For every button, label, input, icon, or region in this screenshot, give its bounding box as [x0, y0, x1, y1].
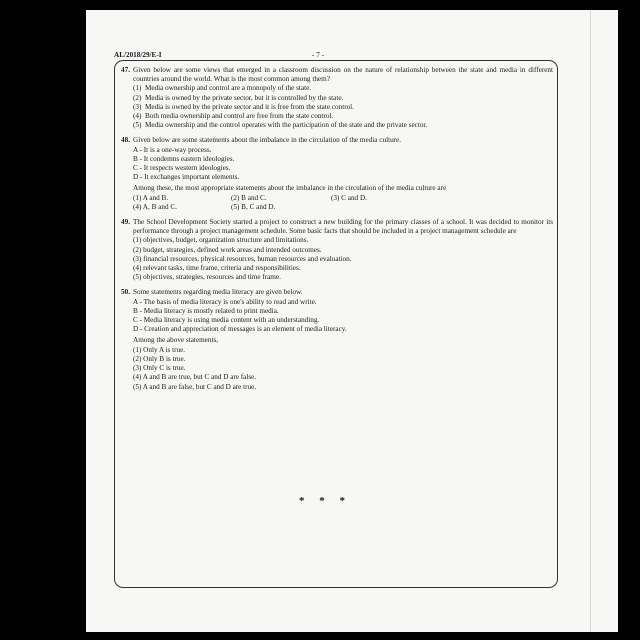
- statement: A - It is a one-way process.: [133, 145, 212, 154]
- question-number: 50.: [121, 288, 130, 297]
- question-47: 47. Given below are some views that emer…: [121, 66, 553, 130]
- question-number: 48.: [121, 136, 130, 145]
- answer-option: (3) Only C is true.: [133, 364, 186, 373]
- page-edge-line: [590, 10, 591, 632]
- answer-option: (4) A, B and C.: [133, 202, 177, 211]
- question-number: 47.: [121, 66, 130, 74]
- answer-option: (5) A and B are false, but C and D are t…: [133, 382, 257, 391]
- statement: B - It condemns eastern ideologies.: [133, 154, 235, 163]
- statement: D - Creation and appreciation of message…: [133, 325, 347, 334]
- statement: B - Media literacy is mostly related to …: [133, 306, 279, 315]
- answer-option: (1) Only A is true.: [133, 345, 186, 354]
- paper-code: AL/2018/29/E-I: [114, 51, 162, 59]
- question-49: 49. The School Development Society start…: [121, 218, 553, 282]
- question-stem: The School Development Society started a…: [133, 218, 553, 236]
- answer-option: (1) objectives, budget, organization str…: [133, 236, 309, 245]
- statement: A - The basis of media literacy is one's…: [133, 297, 317, 306]
- question-frame: 47. Given below are some views that emer…: [114, 60, 558, 588]
- answer-option: (3) financial resources, physical resour…: [133, 254, 352, 263]
- answer-option: (2) Media is owned by the private sector,…: [133, 93, 344, 102]
- question-prompt: Among the above statements,: [133, 336, 219, 345]
- question-stem: Some statements regarding media literacy…: [133, 288, 303, 297]
- answer-option: (4) A and B are true, but C and D are fa…: [133, 373, 257, 382]
- page-number: - 7 -: [312, 51, 324, 59]
- answer-option: (2) Only B is true.: [133, 354, 186, 363]
- answer-option: (4) relevant tasks, time frame, criteria…: [133, 264, 301, 273]
- answer-option: (5) Media ownership and the control opera…: [133, 121, 428, 130]
- answer-option: (5) B, C and D.: [231, 202, 276, 211]
- answer-option: (1) A and B.: [133, 193, 169, 202]
- answer-option: (1) Media ownership and control are a mon…: [133, 84, 312, 93]
- statement: D - It exchanges important elements.: [133, 173, 240, 182]
- end-of-paper-mark: * * *: [299, 495, 351, 507]
- answer-option: (2) B and C.: [231, 193, 267, 202]
- question-50: 50. Some statements regarding media lite…: [121, 288, 553, 391]
- answer-option: (3) Media is owned by the private sector …: [133, 102, 354, 111]
- answer-option: (5) objectives, strategies, resources an…: [133, 273, 281, 282]
- exam-page: AL/2018/29/E-I - 7 - 47. Given below are…: [86, 10, 618, 632]
- question-list: 47. Given below are some views that emer…: [121, 66, 553, 398]
- answer-option: (4) Both media ownership and control are …: [133, 112, 334, 121]
- question-stem: Given below are some views that emerged …: [133, 66, 553, 84]
- statement: C - It respects western ideologies.: [133, 164, 231, 173]
- answer-option: (3) C and D.: [331, 193, 367, 202]
- question-48: 48. Given below are some statements abou…: [121, 136, 553, 212]
- question-stem: Given below are some statements about th…: [133, 136, 402, 145]
- question-number: 49.: [121, 218, 130, 227]
- question-prompt: Among these, the most appropriate statem…: [133, 184, 447, 193]
- answer-option: (2) budget, strategies, defined work are…: [133, 245, 322, 254]
- statement: C - Media literacy is using media conten…: [133, 316, 320, 325]
